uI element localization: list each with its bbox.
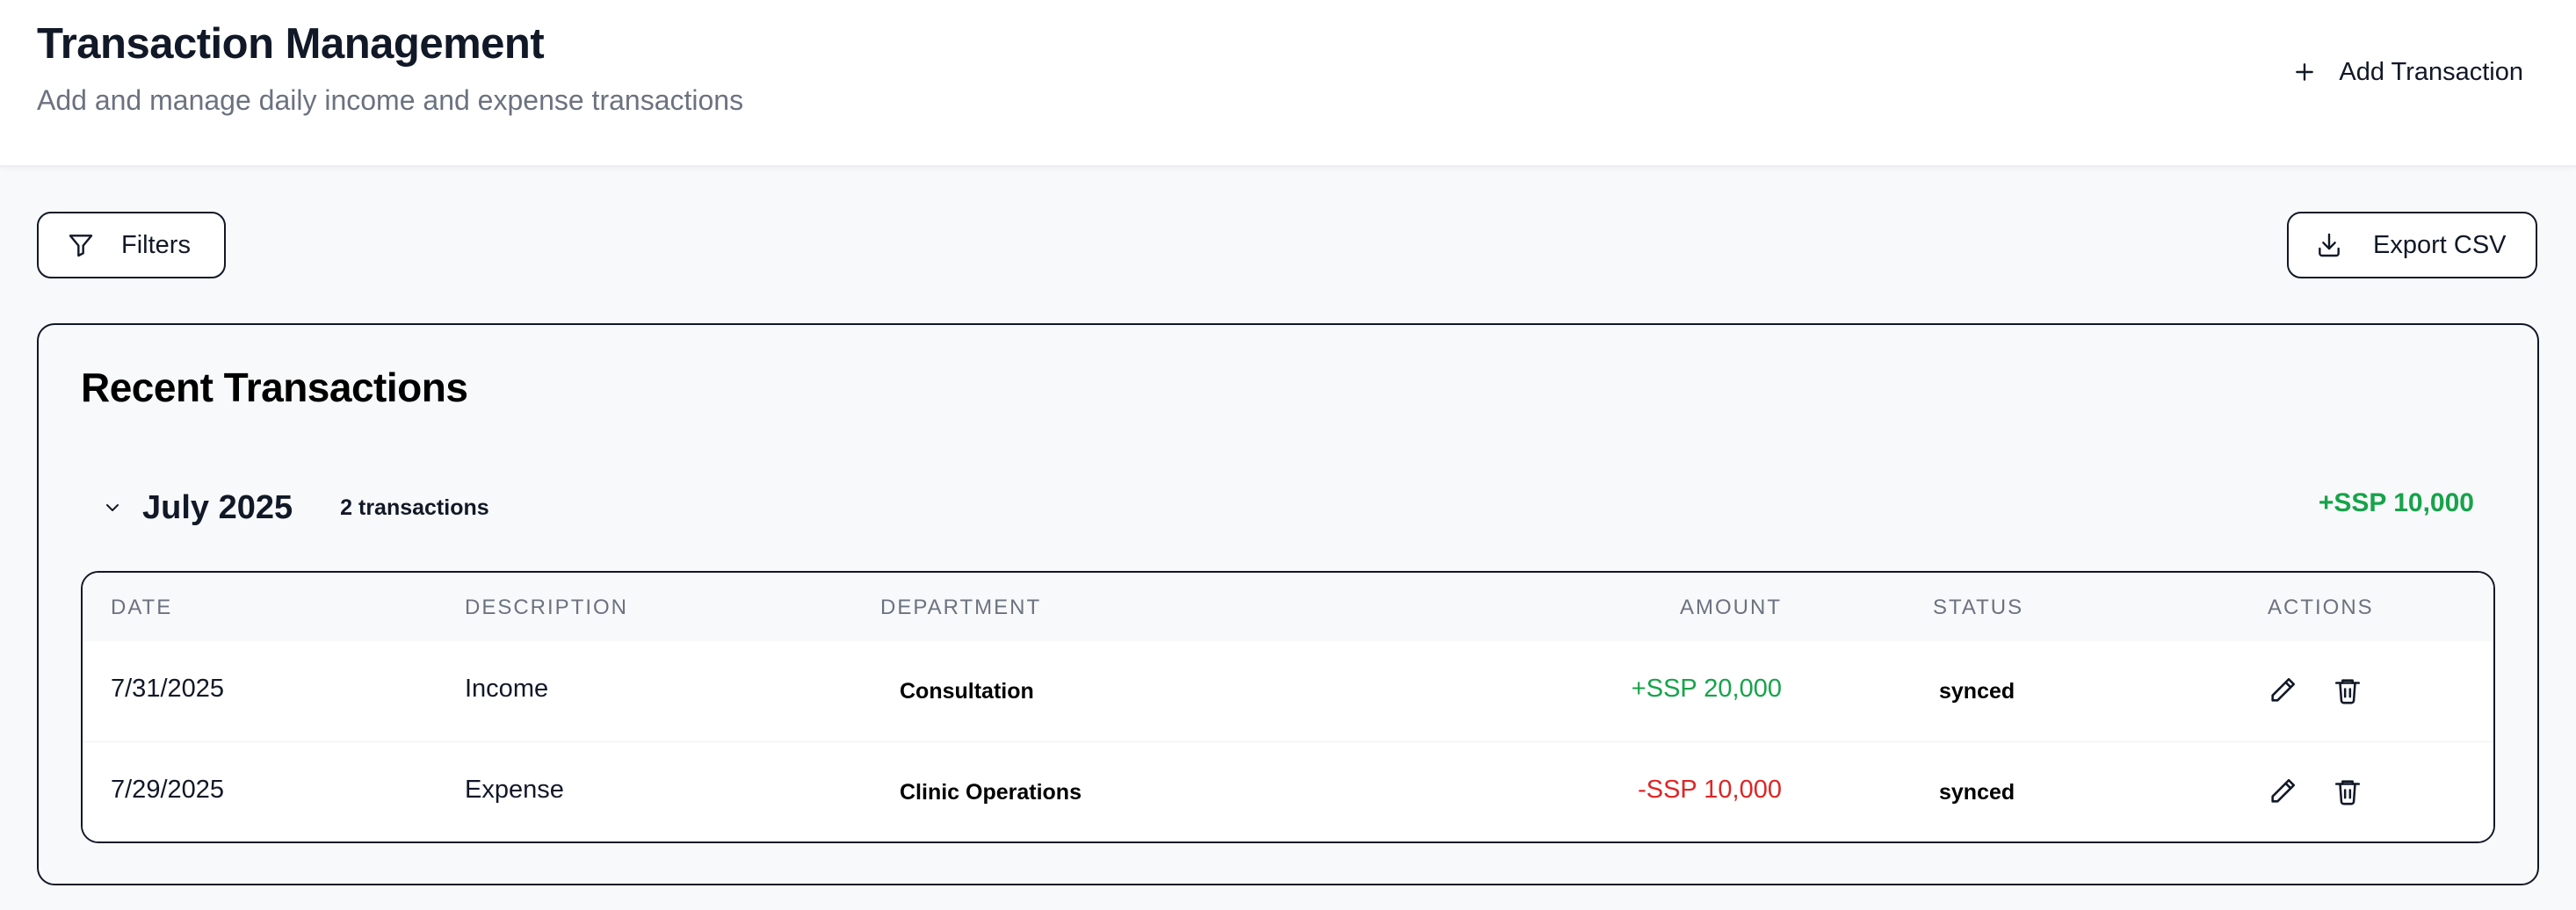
page-title: Transaction Management bbox=[37, 20, 545, 68]
chevron-down-icon[interactable] bbox=[102, 497, 123, 518]
pencil-icon[interactable] bbox=[2265, 774, 2300, 809]
export-csv-label: Export CSV bbox=[2373, 230, 2507, 259]
page-header: Transaction Management Add and manage da… bbox=[0, 0, 2576, 167]
table-row: 7/29/2025 Expense Clinic Operations -SSP… bbox=[83, 742, 2493, 841]
month-group-title: July 2025 bbox=[142, 488, 293, 526]
column-header-actions: ACTIONS bbox=[2268, 596, 2374, 619]
row-description: Income bbox=[465, 675, 549, 703]
row-date: 7/29/2025 bbox=[111, 776, 225, 804]
row-description: Expense bbox=[465, 776, 564, 804]
row-date: 7/31/2025 bbox=[111, 675, 225, 703]
column-header-amount: AMOUNT bbox=[1680, 596, 1782, 619]
export-csv-button[interactable]: Export CSV bbox=[2287, 212, 2537, 278]
column-header-status: STATUS bbox=[1933, 596, 2024, 619]
trash-icon[interactable] bbox=[2330, 673, 2365, 708]
transactions-table: DATE DESCRIPTION DEPARTMENT AMOUNT STATU… bbox=[81, 571, 2495, 843]
column-header-description: DESCRIPTION bbox=[465, 596, 629, 619]
table-header: DATE DESCRIPTION DEPARTMENT AMOUNT STATU… bbox=[83, 573, 2493, 641]
trash-icon[interactable] bbox=[2330, 774, 2365, 809]
table-row: 7/31/2025 Income Consultation +SSP 20,00… bbox=[83, 641, 2493, 742]
row-status: synced bbox=[1939, 780, 2015, 805]
filter-icon bbox=[67, 231, 95, 259]
download-icon bbox=[2315, 231, 2343, 259]
month-group-total: +SSP 10,000 bbox=[2318, 488, 2474, 517]
column-header-date: DATE bbox=[111, 596, 173, 619]
row-department: Consultation bbox=[900, 679, 1034, 704]
month-group-header[interactable]: July 2025 2 transactions bbox=[102, 481, 2509, 534]
transaction-count: 2 transactions bbox=[340, 495, 489, 520]
add-transaction-label: Add Transaction bbox=[2339, 57, 2523, 86]
card-title: Recent Transactions bbox=[81, 365, 468, 410]
row-amount: -SSP 10,000 bbox=[1638, 776, 1782, 804]
pencil-icon[interactable] bbox=[2265, 673, 2300, 708]
row-amount: +SSP 20,000 bbox=[1631, 675, 1782, 703]
page-subtitle: Add and manage daily income and expense … bbox=[37, 84, 744, 116]
row-department: Clinic Operations bbox=[900, 780, 1082, 805]
recent-transactions-card: Recent Transactions July 2025 2 transact… bbox=[37, 323, 2539, 885]
row-status: synced bbox=[1939, 679, 2015, 704]
add-transaction-button[interactable]: Add Transaction bbox=[2293, 46, 2532, 98]
filters-label: Filters bbox=[121, 230, 191, 259]
filters-button[interactable]: Filters bbox=[37, 212, 226, 278]
column-header-department: DEPARTMENT bbox=[880, 596, 1042, 619]
plus-icon bbox=[2293, 61, 2316, 83]
